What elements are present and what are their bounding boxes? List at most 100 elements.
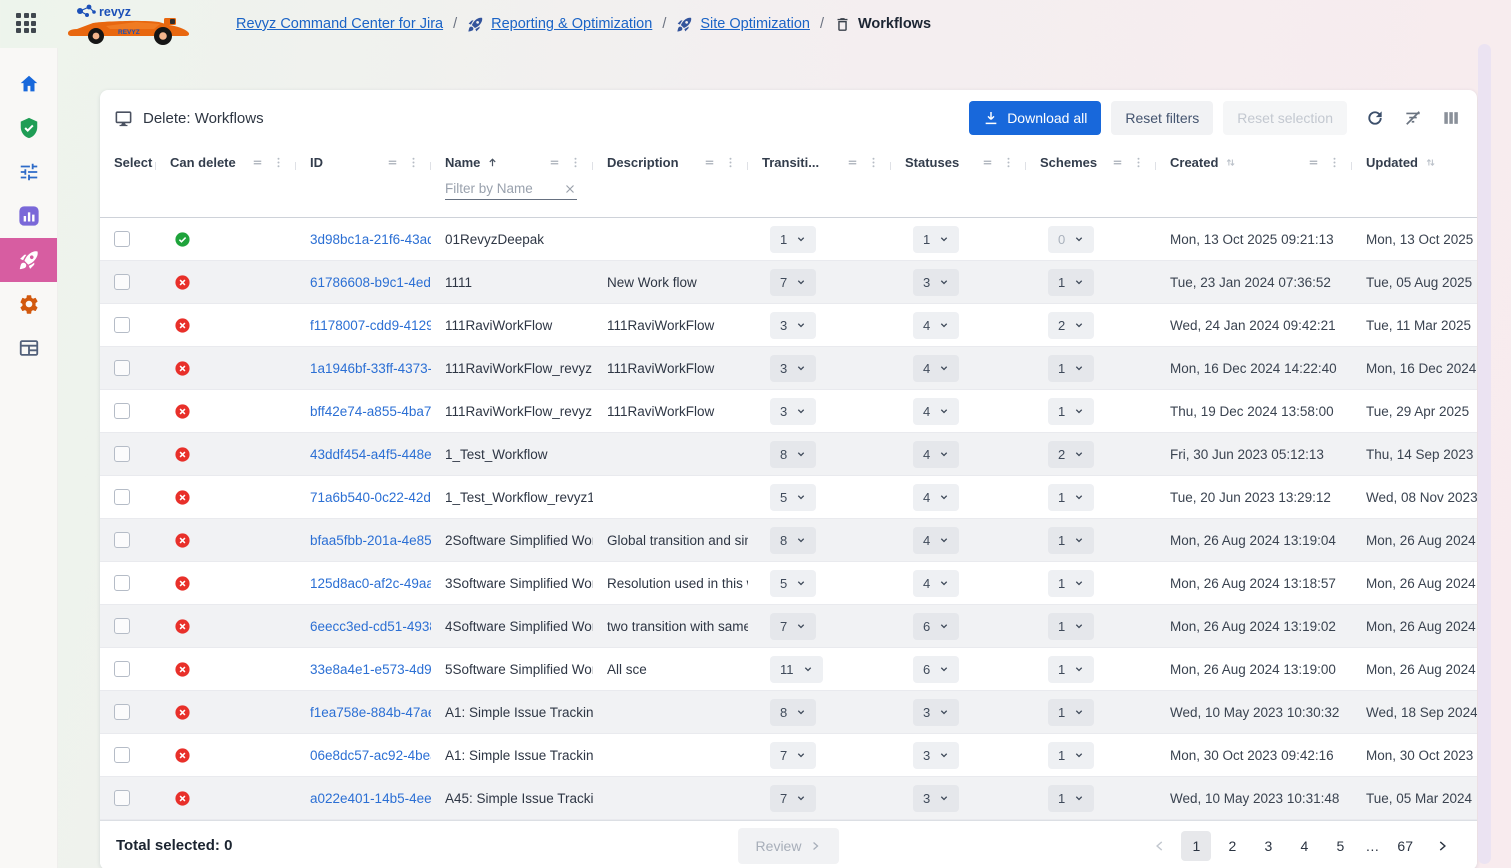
statuses-dropdown[interactable]: 3 — [913, 742, 959, 769]
app-switcher-icon[interactable] — [16, 13, 38, 35]
statuses-dropdown[interactable]: 4 — [913, 398, 959, 425]
statuses-dropdown[interactable]: 3 — [913, 269, 959, 296]
transitions-dropdown[interactable]: 1 — [770, 226, 816, 253]
schemes-dropdown[interactable]: 1 — [1048, 656, 1094, 683]
schemes-dropdown[interactable]: 0 — [1048, 226, 1094, 253]
workflow-id-link[interactable]: 6eecc3ed-cd51-4938-8 — [310, 619, 431, 634]
name-filter-input[interactable] — [445, 181, 563, 196]
schemes-dropdown[interactable]: 1 — [1048, 785, 1094, 812]
transitions-dropdown[interactable]: 8 — [770, 527, 816, 554]
statuses-dropdown[interactable]: 4 — [913, 527, 959, 554]
row-select-checkbox[interactable] — [114, 661, 130, 677]
statuses-dropdown[interactable]: 1 — [913, 226, 959, 253]
row-select-checkbox[interactable] — [114, 704, 130, 720]
schemes-dropdown[interactable]: 1 — [1048, 355, 1094, 382]
row-select-checkbox[interactable] — [114, 446, 130, 462]
pagination-page-5[interactable]: 5 — [1325, 831, 1355, 861]
kebab-menu-icon[interactable] — [406, 155, 421, 170]
breadcrumb-reporting-optimization[interactable]: Reporting & Optimization — [467, 16, 652, 33]
schemes-dropdown[interactable]: 1 — [1048, 527, 1094, 554]
filter-menu-icon[interactable] — [702, 155, 717, 170]
workflow-id-link[interactable]: 33e8a4e1-e573-4d9c-9 — [310, 662, 431, 677]
kebab-menu-icon[interactable] — [1131, 155, 1146, 170]
workflow-id-link[interactable]: bfaa5fbb-201a-4e85-9 — [310, 533, 431, 548]
schemes-dropdown[interactable]: 2 — [1048, 441, 1094, 468]
kebab-menu-icon[interactable] — [866, 155, 881, 170]
row-select-checkbox[interactable] — [114, 231, 130, 247]
row-select-checkbox[interactable] — [114, 790, 130, 806]
transitions-dropdown[interactable]: 3 — [770, 398, 816, 425]
reset-filters-button[interactable]: Reset filters — [1111, 101, 1213, 135]
row-select-checkbox[interactable] — [114, 274, 130, 290]
statuses-dropdown[interactable]: 4 — [913, 355, 959, 382]
transitions-dropdown[interactable]: 5 — [770, 570, 816, 597]
schemes-dropdown[interactable]: 1 — [1048, 742, 1094, 769]
column-header-transiti[interactable]: Transiti... — [748, 155, 891, 170]
refresh-icon[interactable] — [1365, 108, 1385, 128]
transitions-dropdown[interactable]: 7 — [770, 269, 816, 296]
review-button[interactable]: Review — [738, 828, 840, 864]
transitions-dropdown[interactable]: 5 — [770, 484, 816, 511]
clear-filters-icon[interactable] — [1403, 108, 1423, 128]
schemes-dropdown[interactable]: 1 — [1048, 484, 1094, 511]
transitions-dropdown[interactable]: 8 — [770, 441, 816, 468]
sidebar-item-security[interactable] — [0, 106, 57, 150]
column-header-id[interactable]: ID — [296, 155, 431, 170]
sidebar-item-home[interactable] — [0, 62, 57, 106]
row-select-checkbox[interactable] — [114, 360, 130, 376]
column-header-created[interactable]: Created — [1156, 155, 1352, 170]
statuses-dropdown[interactable]: 3 — [913, 699, 959, 726]
statuses-dropdown[interactable]: 4 — [913, 570, 959, 597]
workflow-id-link[interactable]: 43ddf454-a4f5-448e-a — [310, 447, 431, 462]
sidebar-item-optimization[interactable] — [0, 238, 57, 282]
row-select-checkbox[interactable] — [114, 747, 130, 763]
statuses-dropdown[interactable]: 4 — [913, 484, 959, 511]
workflow-id-link[interactable]: 125d8ac0-af2c-49aa-b — [310, 576, 431, 591]
transitions-dropdown[interactable]: 11 — [770, 656, 823, 683]
workflow-id-link[interactable]: f1178007-cdd9-4129-a — [310, 318, 431, 333]
schemes-dropdown[interactable]: 1 — [1048, 570, 1094, 597]
column-header-description[interactable]: Description — [593, 155, 748, 170]
workflow-id-link[interactable]: 1a1946bf-33ff-4373-8 — [310, 361, 431, 376]
row-select-checkbox[interactable] — [114, 575, 130, 591]
transitions-dropdown[interactable]: 7 — [770, 742, 816, 769]
sort-asc-icon[interactable] — [486, 156, 499, 169]
column-header-schemes[interactable]: Schemes — [1026, 155, 1156, 170]
breadcrumb-site-optimization[interactable]: Site Optimization — [676, 16, 810, 33]
column-header-updated[interactable]: Updated — [1352, 155, 1477, 170]
sidebar-item-data-table[interactable] — [0, 326, 57, 370]
clear-x-icon[interactable] — [563, 182, 577, 196]
pagination-page-4[interactable]: 4 — [1289, 831, 1319, 861]
filter-menu-icon[interactable] — [1306, 155, 1321, 170]
sidebar-item-settings[interactable] — [0, 282, 57, 326]
workflow-id-link[interactable]: bff42e74-a855-4ba7-8 — [310, 404, 431, 419]
row-select-checkbox[interactable] — [114, 489, 130, 505]
filter-menu-icon[interactable] — [250, 155, 265, 170]
workflow-id-link[interactable]: f1ea758e-884b-47ae-a — [310, 705, 431, 720]
schemes-dropdown[interactable]: 1 — [1048, 613, 1094, 640]
breadcrumb-revyz-command-center-for-jira[interactable]: Revyz Command Center for Jira — [236, 16, 443, 32]
reset-selection-button[interactable]: Reset selection — [1223, 101, 1347, 135]
workflow-id-link[interactable]: 71a6b540-0c22-42da-b — [310, 490, 431, 505]
workflow-id-link[interactable]: 61786608-b9c1-4edf-a — [310, 275, 431, 290]
transitions-dropdown[interactable]: 7 — [770, 785, 816, 812]
pagination-next-button[interactable] — [1427, 831, 1457, 861]
columns-icon[interactable] — [1441, 108, 1461, 128]
pagination-page-3[interactable]: 3 — [1253, 831, 1283, 861]
sidebar-item-analytics[interactable] — [0, 194, 57, 238]
column-header-can-delete[interactable]: Can delete — [156, 155, 296, 170]
filter-menu-icon[interactable] — [980, 155, 995, 170]
statuses-dropdown[interactable]: 6 — [913, 613, 959, 640]
kebab-menu-icon[interactable] — [1001, 155, 1016, 170]
schemes-dropdown[interactable]: 1 — [1048, 398, 1094, 425]
sidebar-item-configuration[interactable] — [0, 150, 57, 194]
filter-menu-icon[interactable] — [1110, 155, 1125, 170]
workflow-id-link[interactable]: a022e401-14b5-4ee1-a — [310, 791, 431, 806]
transitions-dropdown[interactable]: 8 — [770, 699, 816, 726]
row-select-checkbox[interactable] — [114, 618, 130, 634]
row-select-checkbox[interactable] — [114, 317, 130, 333]
kebab-menu-icon[interactable] — [271, 155, 286, 170]
transitions-dropdown[interactable]: 3 — [770, 355, 816, 382]
transitions-dropdown[interactable]: 7 — [770, 613, 816, 640]
transitions-dropdown[interactable]: 3 — [770, 312, 816, 339]
